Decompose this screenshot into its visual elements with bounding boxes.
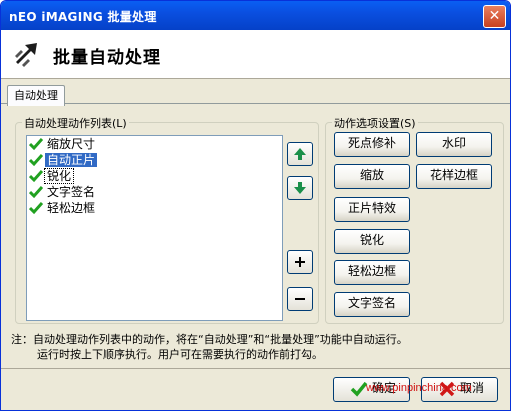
arrow-up-icon	[294, 148, 306, 160]
watermark-button[interactable]: 水印	[416, 132, 492, 157]
header-banner: 批量自动处理	[1, 30, 510, 79]
tab-auto-process[interactable]: 自动处理	[7, 85, 65, 106]
positive-effect-button[interactable]: 正片特效	[334, 197, 410, 222]
resize-button[interactable]: 缩放	[334, 164, 410, 189]
list-item[interactable]: 缩放尺寸	[27, 136, 282, 152]
checkmark-icon[interactable]	[29, 185, 43, 199]
list-item-label: 缩放尺寸	[47, 137, 96, 151]
checkmark-icon[interactable]	[29, 201, 43, 215]
arrow-down-icon	[294, 182, 306, 194]
remove-action-button[interactable]	[287, 287, 313, 311]
list-item[interactable]: 锐化	[27, 168, 282, 184]
list-item-label: 文字签名	[47, 185, 96, 199]
list-item-selected[interactable]: 自动正片	[27, 152, 282, 168]
list-item-label: 轻松边框	[47, 201, 96, 215]
footer-divider	[1, 368, 510, 369]
list-item-label: 锐化	[43, 168, 75, 184]
checkmark-icon[interactable]	[29, 169, 43, 183]
spot-repair-button[interactable]: 死点修补	[334, 132, 410, 157]
list-item[interactable]: 轻松边框	[27, 200, 282, 216]
action-list-label: 自动处理动作列表(L)	[22, 115, 129, 131]
tab-strip: 自动处理	[1, 79, 510, 106]
list-item-label: 自动正片	[45, 153, 98, 167]
pattern-border-button[interactable]: 花样边框	[416, 164, 492, 189]
close-icon: ✕	[488, 8, 501, 24]
move-down-button[interactable]	[287, 176, 313, 200]
dialog-window: nEO iMAGING 批量处理 ✕ 批量自动处理 自动处理 自动处理动作列表(…	[0, 0, 511, 411]
easy-border-button[interactable]: 轻松边框	[334, 260, 410, 285]
text-signature-button[interactable]: 文字签名	[334, 292, 410, 317]
batch-process-icon	[15, 43, 37, 67]
list-item[interactable]: 文字签名	[27, 184, 282, 200]
note-text: 注：自动处理动作列表中的动作，将在“自动处理”和“批量处理”功能中自动运行。 运…	[11, 332, 501, 362]
checkmark-icon[interactable]	[29, 153, 43, 167]
action-list[interactable]: 缩放尺寸 自动正片 锐化 文字签名 轻松边框	[26, 135, 283, 321]
sharpen-button[interactable]: 锐化	[334, 229, 410, 254]
title-bar[interactable]: nEO iMAGING 批量处理 ✕	[1, 1, 510, 30]
site-watermark: www.pinpinchina.com	[366, 382, 472, 394]
add-action-button[interactable]	[287, 250, 313, 274]
move-up-button[interactable]	[287, 142, 313, 166]
note-line-2: 运行时按上下顺序执行。用户可在需要执行的动作前打勾。	[37, 348, 323, 361]
note-line-1: 注：自动处理动作列表中的动作，将在“自动处理”和“批量处理”功能中自动运行。	[11, 333, 408, 346]
plus-icon	[295, 257, 305, 267]
minus-icon	[295, 298, 305, 300]
page-title: 批量自动处理	[53, 48, 161, 68]
checkmark-icon[interactable]	[29, 137, 43, 151]
close-button[interactable]: ✕	[483, 5, 506, 28]
window-title: nEO iMAGING 批量处理	[9, 10, 157, 24]
action-options-label: 动作选项设置(S)	[332, 115, 418, 131]
